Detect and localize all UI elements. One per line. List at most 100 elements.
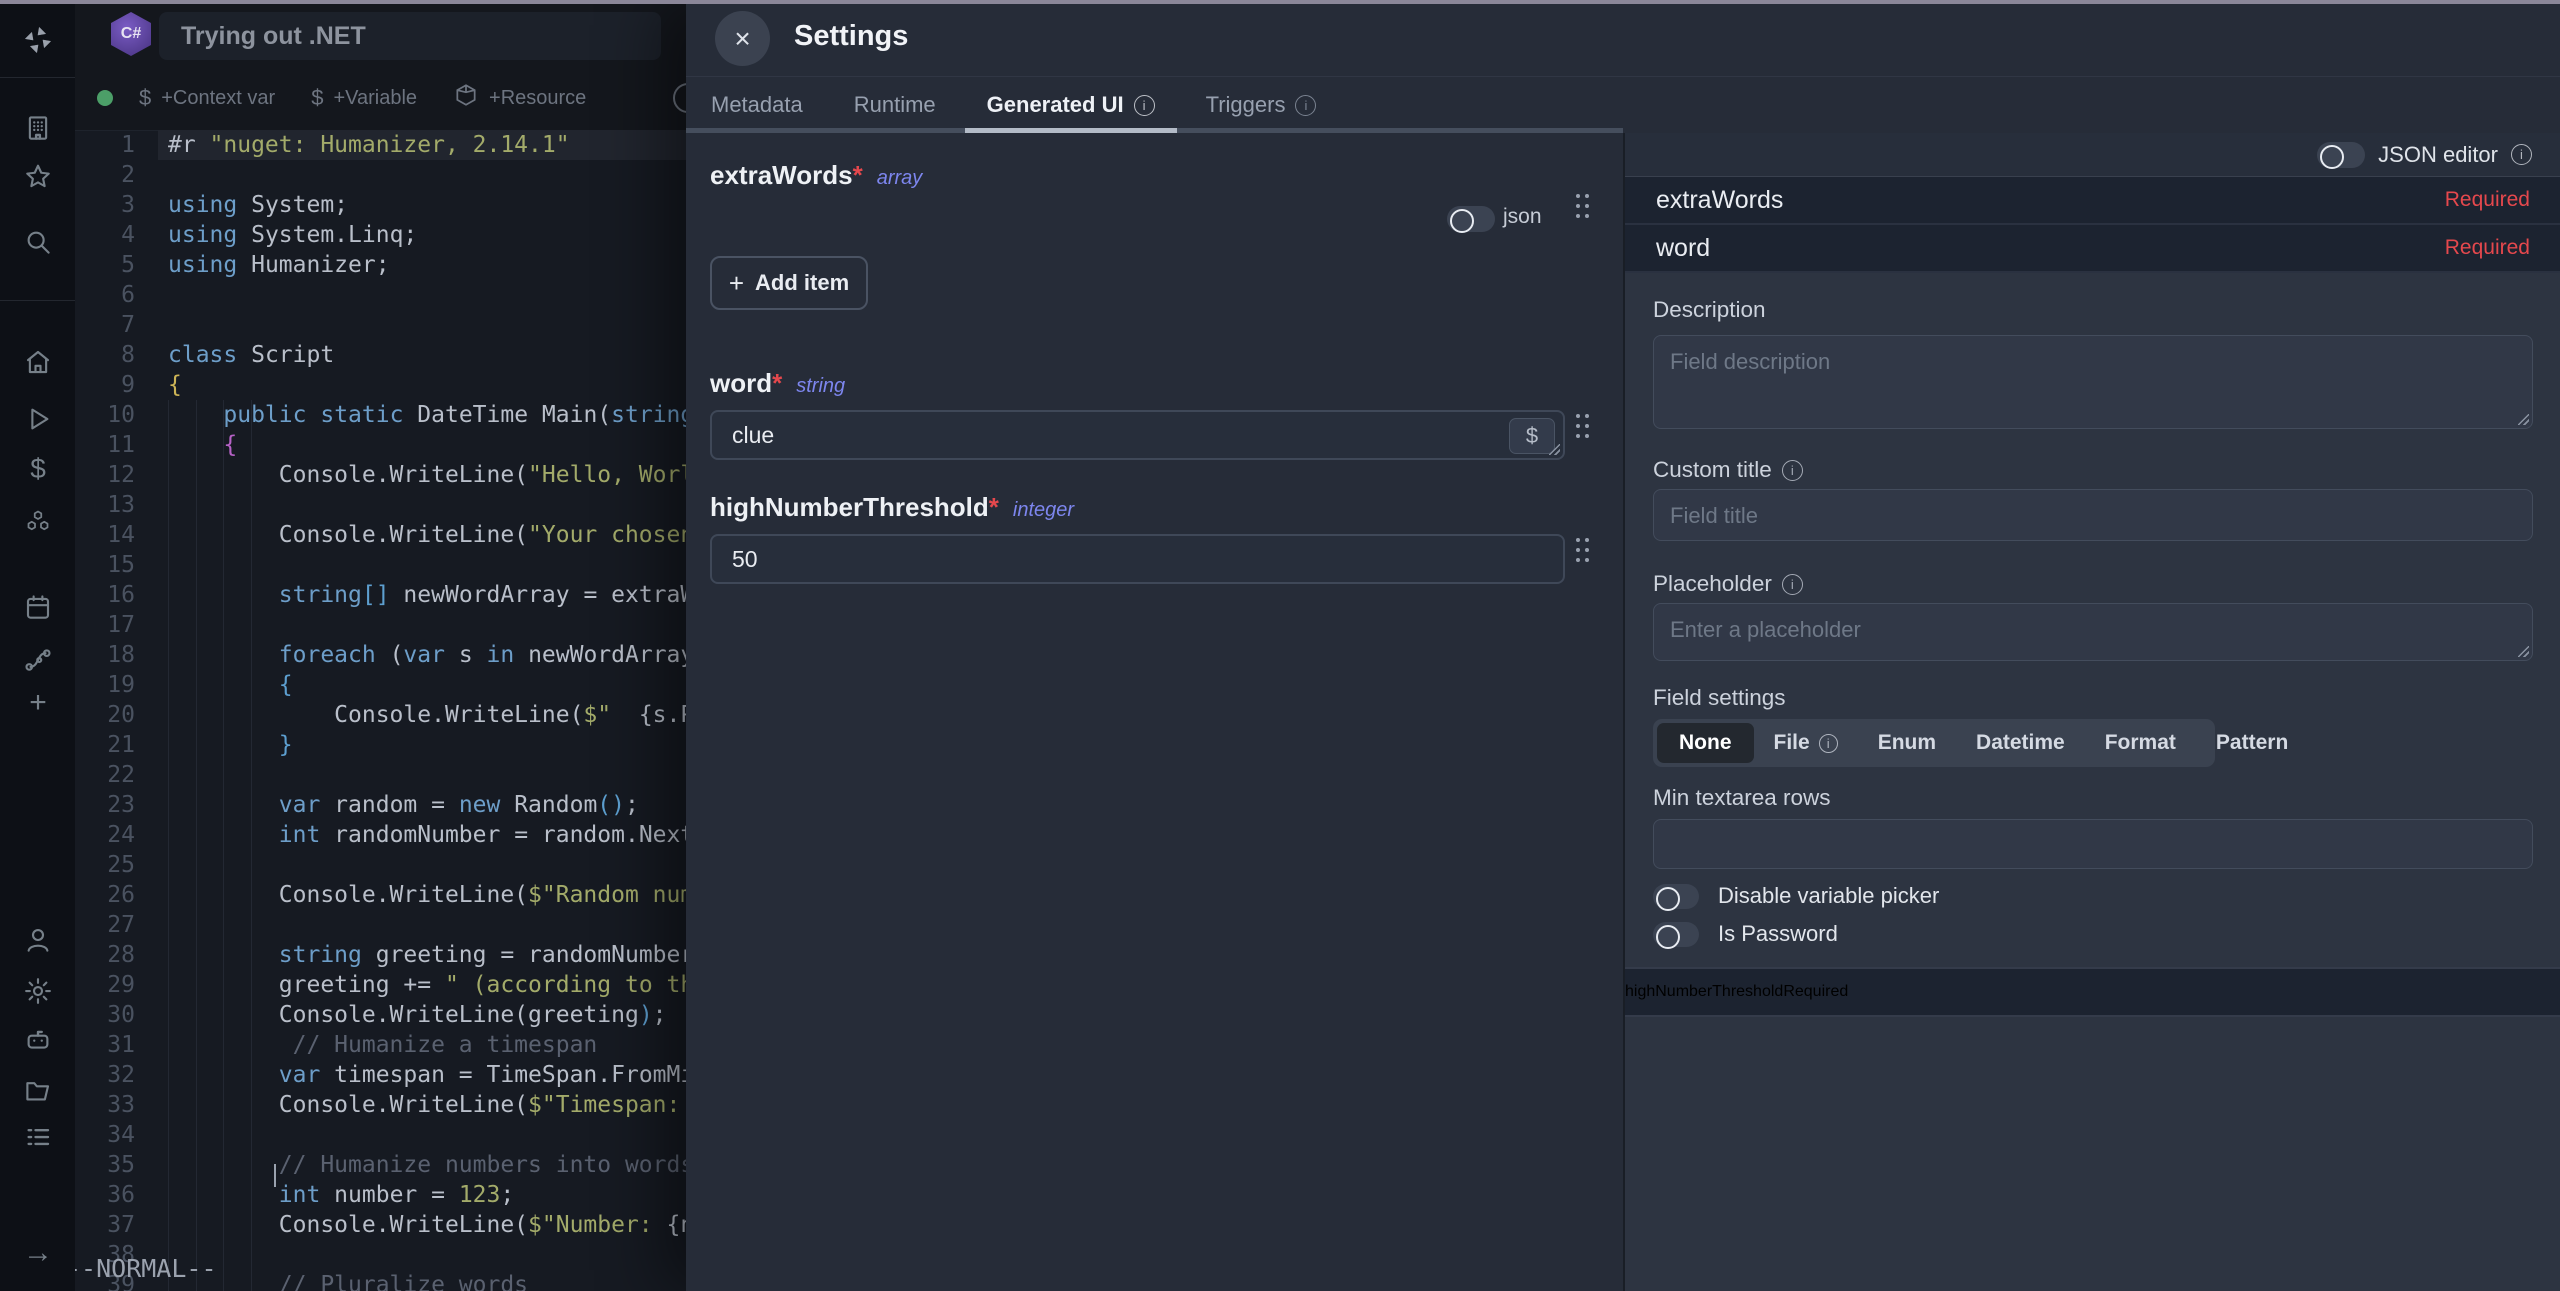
- close-icon[interactable]: ×: [715, 11, 770, 66]
- cubes-icon[interactable]: [17, 502, 59, 544]
- search-icon[interactable]: [17, 221, 59, 263]
- field-label-extrawords: extraWords * array: [710, 160, 922, 191]
- tab-generated-ui[interactable]: Generated UI: [965, 77, 1177, 133]
- info-icon[interactable]: [1782, 574, 1803, 595]
- drag-handle-icon[interactable]: [1576, 414, 1590, 440]
- code-line-9[interactable]: 9{: [75, 370, 686, 400]
- code-line-35[interactable]: 35 // Humanize numbers into words: [75, 1150, 686, 1180]
- code-line-31[interactable]: 31 // Humanize a timespan: [75, 1030, 686, 1060]
- code-line-20[interactable]: 20 Console.WriteLine($" {s.Plu: [75, 700, 686, 730]
- robot-icon[interactable]: [17, 1019, 59, 1061]
- inspector-row-extrawords[interactable]: extraWords Required: [1625, 177, 2560, 225]
- segment-format[interactable]: Format: [2085, 723, 2196, 763]
- play-icon[interactable]: [17, 398, 59, 440]
- code-line-30[interactable]: 30 Console.WriteLine(greeting);: [75, 1000, 686, 1030]
- segment-none[interactable]: None: [1657, 723, 1754, 763]
- info-icon[interactable]: [2511, 144, 2532, 165]
- resize-handle-icon[interactable]: [2518, 646, 2529, 657]
- highnumberthreshold-input[interactable]: 50: [710, 534, 1565, 584]
- code-line-25[interactable]: 25: [75, 850, 686, 880]
- drag-handle-icon[interactable]: [1576, 194, 1590, 220]
- code-line-10[interactable]: 10 public static DateTime Main(string[: [75, 400, 686, 430]
- json-toggle[interactable]: [1447, 206, 1495, 232]
- star-icon[interactable]: [17, 156, 59, 198]
- code-line-14[interactable]: 14 Console.WriteLine("Your chosen w: [75, 520, 686, 550]
- code-line-5[interactable]: 5using Humanizer;: [75, 250, 686, 280]
- arrow-right-icon[interactable]: →: [17, 1232, 59, 1274]
- folder-icon[interactable]: [17, 1069, 59, 1111]
- gear-icon[interactable]: [17, 970, 59, 1012]
- info-icon[interactable]: [1782, 460, 1803, 481]
- code-line-2[interactable]: 2: [75, 160, 686, 190]
- toggle-label: Is Password: [1718, 921, 1838, 947]
- segment-file[interactable]: File: [1754, 723, 1858, 763]
- flow-icon[interactable]: [17, 639, 59, 681]
- code-line-34[interactable]: 34: [75, 1120, 686, 1150]
- inspector-row-word[interactable]: word Required: [1625, 225, 2560, 273]
- code-line-37[interactable]: 37 Console.WriteLine($"Number: {nu: [75, 1210, 686, 1240]
- word-input[interactable]: clue $: [710, 410, 1565, 460]
- is-password-toggle[interactable]: [1653, 922, 1699, 947]
- code-line-16[interactable]: 16 string[] newWordArray = extraWo: [75, 580, 686, 610]
- code-line-36[interactable]: 36 int number = 123;: [75, 1180, 686, 1210]
- placeholder-input[interactable]: Enter a placeholder: [1653, 603, 2533, 661]
- tab-runtime[interactable]: Runtime: [832, 77, 958, 133]
- drag-handle-icon[interactable]: [1576, 538, 1590, 564]
- disable-variable-picker-toggle[interactable]: [1653, 884, 1699, 909]
- tab-triggers[interactable]: Triggers: [1184, 77, 1339, 133]
- toolbar--context-var-button[interactable]: $+Context var: [139, 85, 275, 111]
- code-line-21[interactable]: 21 }: [75, 730, 686, 760]
- code-line-26[interactable]: 26 Console.WriteLine($"Random numbe: [75, 880, 686, 910]
- list-icon[interactable]: [17, 1116, 59, 1158]
- info-icon[interactable]: [1295, 95, 1316, 116]
- segment-datetime[interactable]: Datetime: [1956, 723, 2085, 763]
- info-icon[interactable]: [1134, 95, 1155, 116]
- code-line-27[interactable]: 27: [75, 910, 686, 940]
- home-icon[interactable]: [17, 341, 59, 383]
- building-icon[interactable]: [17, 107, 59, 149]
- code-line-4[interactable]: 4using System.Linq;: [75, 220, 686, 250]
- person-icon[interactable]: [17, 919, 59, 961]
- dollar-icon[interactable]: $: [17, 448, 59, 490]
- info-icon[interactable]: [1819, 734, 1838, 753]
- code-line-29[interactable]: 29 greeting += " (according to the: [75, 970, 686, 1000]
- code-line-7[interactable]: 7: [75, 310, 686, 340]
- code-line-24[interactable]: 24 int randomNumber = random.Next(: [75, 820, 686, 850]
- code-line-17[interactable]: 17: [75, 610, 686, 640]
- code-line-15[interactable]: 15: [75, 550, 686, 580]
- calendar-icon[interactable]: [17, 586, 59, 628]
- code-line-28[interactable]: 28 string greeting = randomNumber >: [75, 940, 686, 970]
- code-line-22[interactable]: 22: [75, 760, 686, 790]
- plus-icon[interactable]: +: [17, 682, 59, 724]
- code-line-8[interactable]: 8class Script: [75, 340, 686, 370]
- custom-title-input[interactable]: Field title: [1653, 489, 2533, 541]
- clock-icon[interactable]: [673, 83, 686, 113]
- toolbar--variable-button[interactable]: $+Variable: [311, 85, 417, 111]
- code-line-18[interactable]: 18 foreach (var s in newWordArray): [75, 640, 686, 670]
- line-number: 10: [75, 402, 135, 428]
- json-editor-toggle[interactable]: [2317, 142, 2365, 168]
- code-line-32[interactable]: 32 var timespan = TimeSpan.FromMinu: [75, 1060, 686, 1090]
- segment-enum[interactable]: Enum: [1858, 723, 1956, 763]
- code-editor[interactable]: 1#r "nuget: Humanizer, 2.14.1"23using Sy…: [75, 130, 686, 1291]
- code-line-12[interactable]: 12 Console.WriteLine("Hello, World: [75, 460, 686, 490]
- code-line-11[interactable]: 11 {: [75, 430, 686, 460]
- segment-pattern[interactable]: Pattern: [2196, 723, 2308, 763]
- add-item-button[interactable]: + Add item: [710, 256, 868, 310]
- min-textarea-rows-input[interactable]: [1653, 819, 2533, 869]
- resize-handle-icon[interactable]: [2518, 414, 2529, 425]
- description-textarea[interactable]: Field description: [1653, 335, 2533, 429]
- code-line-1[interactable]: 1#r "nuget: Humanizer, 2.14.1": [75, 130, 686, 160]
- code-line-23[interactable]: 23 var random = new Random();: [75, 790, 686, 820]
- editor-toolbar: $+Context var $+Variable +Resource: [75, 66, 686, 131]
- toolbar--resource-button[interactable]: +Resource: [453, 82, 586, 114]
- code-line-33[interactable]: 33 Console.WriteLine($"Timespan: {: [75, 1090, 686, 1120]
- code-line-6[interactable]: 6: [75, 280, 686, 310]
- code-line-13[interactable]: 13: [75, 490, 686, 520]
- code-line-3[interactable]: 3using System;: [75, 190, 686, 220]
- inspector-row-highnumberthreshold[interactable]: highNumberThreshold Required: [1625, 967, 2560, 1017]
- code-line-19[interactable]: 19 {: [75, 670, 686, 700]
- tab-metadata[interactable]: Metadata: [689, 77, 825, 133]
- resize-handle-icon[interactable]: [1549, 444, 1560, 455]
- script-title-field[interactable]: Trying out .NET: [159, 12, 661, 60]
